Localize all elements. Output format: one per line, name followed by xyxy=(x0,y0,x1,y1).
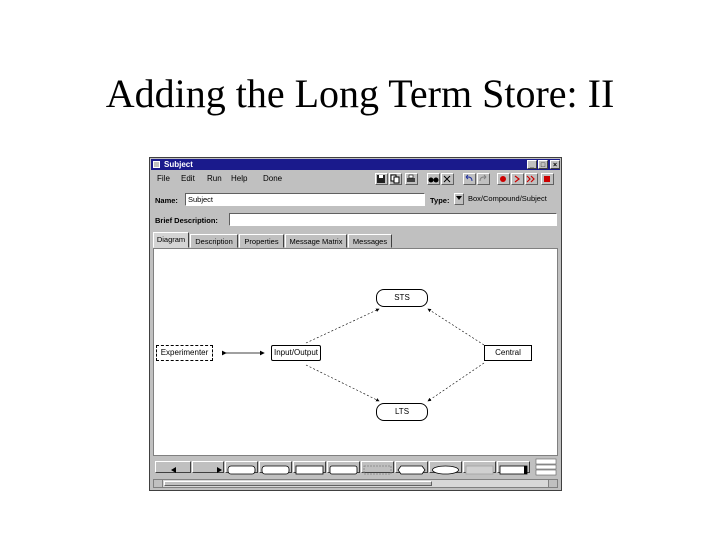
palette-box[interactable] xyxy=(293,461,326,475)
ellipse-icon xyxy=(432,465,459,475)
window-titlebar[interactable]: Subject _ □ × xyxy=(151,159,560,170)
shaded-box-icon xyxy=(465,465,494,475)
rounded-box-icon xyxy=(227,465,256,475)
palette-ellipse[interactable] xyxy=(429,461,462,475)
copy-button[interactable] xyxy=(389,173,402,185)
node-input-output[interactable]: Input/Output xyxy=(271,345,321,361)
maximize-button[interactable]: □ xyxy=(538,160,548,169)
play-icon xyxy=(514,175,520,183)
save-button[interactable] xyxy=(375,173,388,185)
palette-hexagon[interactable] xyxy=(395,461,428,475)
copy-icon xyxy=(390,174,400,184)
tab-description[interactable]: Description xyxy=(190,234,238,248)
palette-note[interactable] xyxy=(497,461,530,475)
connector-io-sts xyxy=(305,308,380,344)
type-value: Box/Compound/Subject xyxy=(466,193,557,206)
record-icon xyxy=(500,176,506,182)
menu-bar: File Edit Run Help Done xyxy=(151,172,376,186)
menu-file[interactable]: File xyxy=(157,174,170,183)
node-experimenter[interactable]: Experimenter xyxy=(156,345,213,361)
palette-scroll-left[interactable] xyxy=(155,461,191,473)
name-field[interactable]: Subject xyxy=(185,193,425,206)
connector-central-lts xyxy=(427,362,485,402)
undo-icon xyxy=(465,174,473,182)
chevron-down-icon xyxy=(456,196,462,200)
tab-diagram[interactable]: Diagram xyxy=(153,232,189,248)
rounded-box-icon xyxy=(261,465,290,475)
connector-io-lts xyxy=(305,364,380,402)
box-icon xyxy=(295,465,324,475)
palette-shaded-box[interactable] xyxy=(463,461,496,475)
palette-scroll-right[interactable] xyxy=(192,461,224,473)
stop-icon xyxy=(544,176,550,182)
print-button[interactable] xyxy=(405,173,418,185)
zoom-controls[interactable] xyxy=(535,458,557,476)
type-dropdown-button[interactable] xyxy=(454,193,464,205)
brief-description-label: Brief Description: xyxy=(155,216,218,225)
stop-button[interactable] xyxy=(541,173,554,185)
hexagon-icon xyxy=(397,465,426,475)
box-icon xyxy=(329,465,358,475)
play-button[interactable] xyxy=(511,173,524,185)
find-button[interactable] xyxy=(427,173,440,185)
node-central[interactable]: Central xyxy=(484,345,532,361)
slide-title: Adding the Long Term Store: II xyxy=(105,71,615,116)
scroll-thumb[interactable] xyxy=(164,481,432,486)
redo-icon xyxy=(479,174,487,182)
palette-box-2[interactable] xyxy=(327,461,360,475)
node-sts[interactable]: STS xyxy=(376,289,428,307)
type-label: Type: xyxy=(430,196,450,205)
palette-rounded-box[interactable] xyxy=(225,461,258,475)
record-button[interactable] xyxy=(497,173,510,185)
tab-messages[interactable]: Messages xyxy=(348,234,392,248)
menu-edit[interactable]: Edit xyxy=(181,174,195,183)
undo-button[interactable] xyxy=(463,173,476,185)
menu-help[interactable]: Help xyxy=(231,174,247,183)
zoom-icon xyxy=(535,458,557,476)
tab-message-matrix[interactable]: Message Matrix xyxy=(285,234,347,248)
horizontal-scrollbar[interactable] xyxy=(153,479,558,488)
window-app-icon xyxy=(153,161,160,168)
shape-palette xyxy=(153,458,533,476)
redo-button[interactable] xyxy=(477,173,490,185)
subject-window: Subject _ □ × File Edit Run Help Done Na… xyxy=(149,157,562,491)
node-lts[interactable]: LTS xyxy=(376,403,428,421)
close-button[interactable]: × xyxy=(550,160,560,169)
connector-central-sts xyxy=(427,308,485,346)
note-icon xyxy=(499,465,528,475)
scroll-left-button[interactable] xyxy=(154,480,163,487)
floppy-icon xyxy=(377,175,385,183)
scroll-right-button[interactable] xyxy=(548,480,557,487)
tab-properties[interactable]: Properties xyxy=(239,234,284,248)
dashed-box-icon xyxy=(363,465,392,475)
minimize-button[interactable]: _ xyxy=(527,160,537,169)
name-label: Name: xyxy=(155,196,178,205)
print-icon xyxy=(407,174,415,182)
menu-run[interactable]: Run xyxy=(207,174,222,183)
diagram-canvas[interactable]: Experimenter Input/Output STS Central LT… xyxy=(153,248,558,456)
fast-forward-icon xyxy=(526,175,535,183)
binoculars-icon xyxy=(428,177,439,183)
fast-forward-button[interactable] xyxy=(525,173,538,185)
palette-dashed-box[interactable] xyxy=(361,461,394,475)
palette-rounded-box-2[interactable] xyxy=(259,461,292,475)
window-title: Subject xyxy=(164,160,193,169)
menu-done[interactable]: Done xyxy=(263,174,282,183)
arrow-left-icon xyxy=(171,467,176,473)
resize-icon xyxy=(443,175,451,183)
resize-button[interactable] xyxy=(441,173,454,185)
brief-description-field[interactable] xyxy=(229,213,557,226)
arrow-right-icon xyxy=(217,467,222,473)
